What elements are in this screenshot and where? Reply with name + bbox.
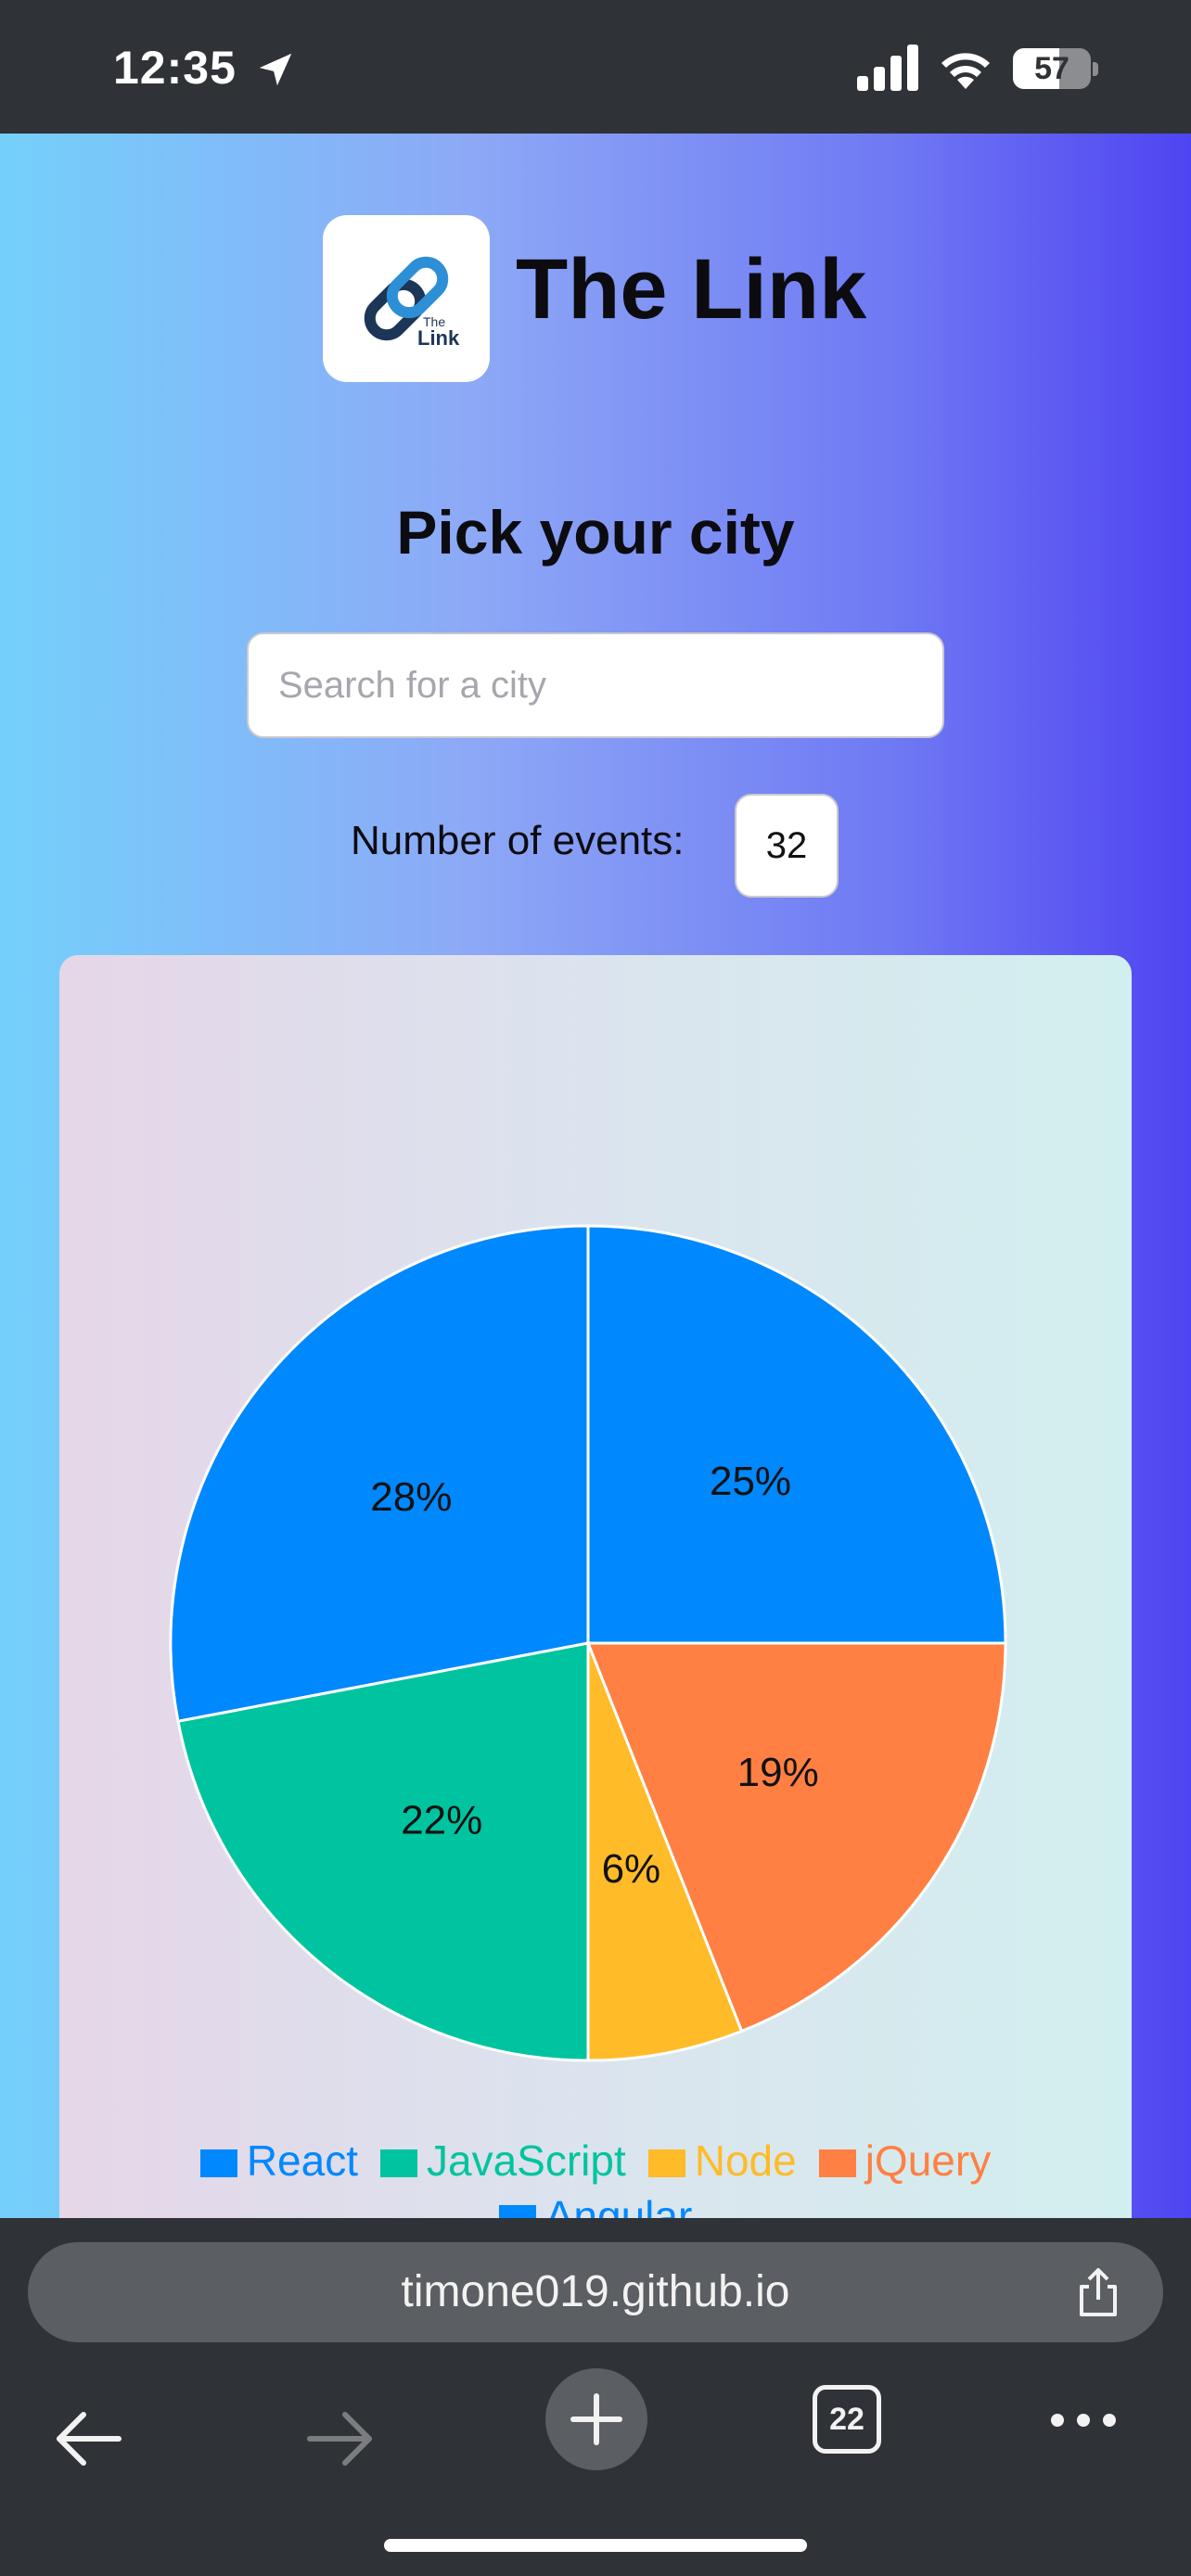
legend-label: JavaScript [426, 2136, 626, 2185]
pie-slice-angular[interactable] [586, 1224, 1007, 1645]
battery-icon: 57 [1013, 48, 1098, 91]
city-search-input[interactable] [247, 632, 944, 738]
legend-label: Node [694, 2136, 797, 2185]
plus-icon [570, 2393, 622, 2445]
url-text: timone019.github.io [401, 2267, 790, 2316]
address-bar[interactable]: timone019.github.io [28, 2242, 1163, 2342]
legend-swatch [199, 2149, 237, 2177]
tab-switcher-button[interactable]: 22 [813, 2385, 881, 2454]
legend-label: Angular [544, 2192, 693, 2218]
pie-label-javascript: 22% [401, 1798, 482, 1843]
chart-legend: React JavaScript Node jQuery Angular [59, 2133, 1132, 2218]
pie-label-angular: 25% [710, 1459, 791, 1504]
legend-swatch [647, 2149, 685, 2177]
events-count-label: Number of events: [351, 818, 685, 863]
location-arrow-icon [259, 53, 292, 86]
legend-item-react[interactable]: React [199, 2133, 358, 2188]
page-heading: Pick your city [396, 498, 795, 567]
wifi-icon [941, 53, 990, 89]
web-content: The Link The Link Pick your city Number … [0, 134, 1191, 2218]
pie-label-jquery: 19% [737, 1750, 819, 1795]
browser-toolbar: timone019.github.io 22 [0, 2218, 1191, 2576]
legend-item-jquery[interactable]: jQuery [818, 2133, 992, 2188]
legend-label: React [246, 2136, 358, 2185]
legend-item-node[interactable]: Node [647, 2133, 797, 2188]
share-icon[interactable] [1070, 2264, 1126, 2320]
legend-swatch [379, 2149, 417, 2177]
legend-item-angular[interactable]: Angular [498, 2188, 693, 2218]
legend-label: jQuery [864, 2136, 992, 2185]
legend-swatch [498, 2205, 536, 2218]
pie-label-node: 6% [602, 1846, 661, 1892]
logo-text-bottom: Link [417, 326, 460, 350]
back-arrow-icon[interactable] [52, 2402, 126, 2476]
pie-slice-react[interactable] [169, 1224, 590, 1724]
status-bar: 12:35 57 [0, 0, 1191, 134]
app-title: The Link [516, 242, 867, 337]
chart-card: 28% 22% 6% 19% 25% React JavaScript Node jQuery… [59, 955, 1132, 2218]
events-count-input[interactable] [735, 794, 839, 898]
app-logo: The Link [323, 215, 490, 382]
pie-label-react: 28% [370, 1474, 452, 1520]
battery-level: 57 [1034, 51, 1069, 86]
more-menu-icon[interactable] [1046, 2402, 1121, 2439]
cellular-signal-icon [857, 45, 918, 91]
status-time: 12:35 [113, 42, 237, 94]
forward-arrow-icon[interactable] [302, 2402, 377, 2476]
new-tab-button[interactable] [545, 2368, 647, 2470]
legend-item-javascript[interactable]: JavaScript [379, 2133, 626, 2188]
legend-swatch [818, 2149, 856, 2177]
chain-link-icon: The Link [364, 256, 460, 350]
pie-chart: 28% 22% 6% 19% 25% [169, 1224, 1007, 2062]
home-indicator [384, 2539, 807, 2552]
